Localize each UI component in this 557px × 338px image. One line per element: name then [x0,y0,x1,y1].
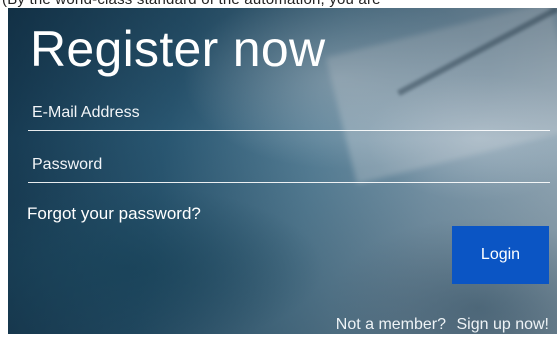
forgot-password-link[interactable]: Forgot your password? [27,204,201,224]
email-field-wrapper [28,96,554,131]
bottom-white-strip [0,334,557,338]
password-field[interactable] [28,148,554,182]
login-button[interactable]: Login [452,226,549,284]
signup-footer: Not a member? Sign up now! [332,316,549,334]
register-panel: Register now Forgot your password? Login… [8,8,557,334]
password-field-wrapper [28,148,554,183]
page-title: Register now [30,21,326,77]
email-field[interactable] [28,96,554,130]
cropped-banner-text: (By the world-class standard of the auto… [2,0,381,8]
signup-link[interactable]: Sign up now! [456,316,549,333]
not-member-text: Not a member? [335,316,447,333]
